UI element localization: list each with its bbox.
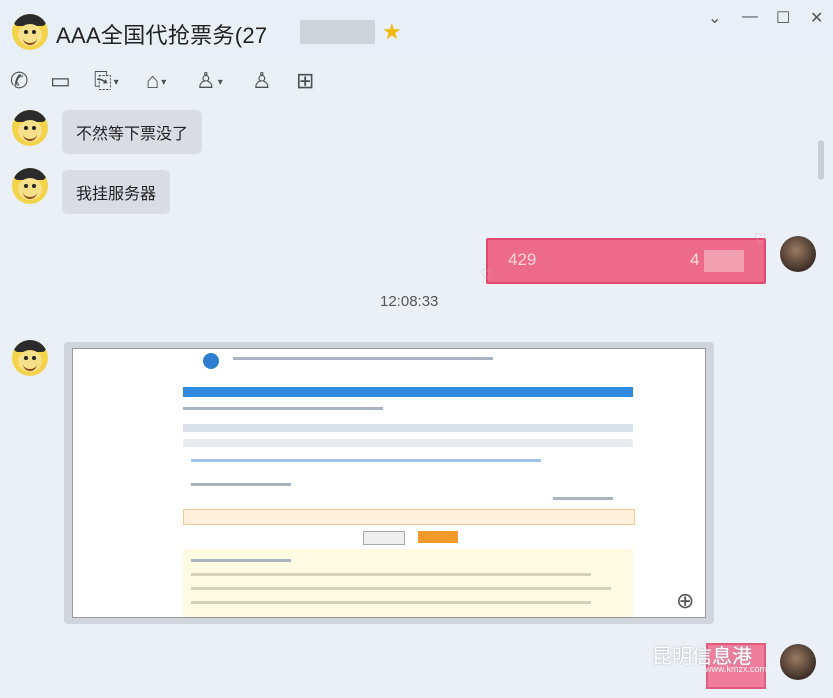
image-message[interactable] <box>64 342 714 624</box>
heart-icon: ♡ <box>480 266 493 282</box>
screenshot-image[interactable] <box>72 348 706 618</box>
scrollbar[interactable] <box>818 140 824 180</box>
message-text: 4 <box>690 250 700 269</box>
phone-icon[interactable]: ✆ <box>10 68 28 94</box>
redacted-block <box>704 250 744 272</box>
my-avatar[interactable] <box>780 644 816 680</box>
title-bar: AAA全国代抢票务(27 ★ ⌄ — ☐ ✕ <box>0 0 833 60</box>
maximize-button[interactable]: ☐ <box>776 8 790 28</box>
message-bubble[interactable]: 不然等下票没了 <box>62 110 203 154</box>
star-icon[interactable]: ★ <box>382 19 402 45</box>
my-message-bubble[interactable]: 429 4 <box>486 238 766 284</box>
group-invite-icon[interactable]: ♙ ▾ <box>196 68 223 94</box>
sender-avatar[interactable] <box>12 168 48 204</box>
video-icon[interactable]: ▭ <box>50 68 71 94</box>
close-button[interactable]: ✕ <box>810 8 823 28</box>
zoom-in-icon[interactable]: ⊕ <box>676 588 694 614</box>
my-avatar[interactable] <box>780 236 816 272</box>
group-avatar[interactable] <box>12 14 48 50</box>
add-member-icon[interactable]: ♙ <box>252 68 272 94</box>
chevron-down-icon[interactable]: ⌄ <box>708 8 721 28</box>
toolbar: ✆ ▭ ⎘ ▾ ⌂ ▾ ♙ ▾ ♙ ⊞ <box>0 62 833 102</box>
message-text: 429 <box>508 250 537 269</box>
message-bubble[interactable]: 我挂服务器 <box>62 170 171 214</box>
screenshot-icon[interactable]: ⊞ <box>296 68 314 94</box>
heart-icon: ♡ <box>754 230 767 246</box>
timestamp: 12:08:33 <box>380 293 439 310</box>
share-screen-icon[interactable]: ⎘ ▾ <box>94 68 119 94</box>
sender-avatar[interactable] <box>12 340 48 376</box>
window-title: AAA全国代抢票务(27 <box>56 23 268 48</box>
redacted-id <box>300 20 375 44</box>
remote-assist-icon[interactable]: ⌂ ▾ <box>146 68 166 94</box>
sender-avatar[interactable] <box>12 110 48 146</box>
chat-window: AAA全国代抢票务(27 ★ ⌄ — ☐ ✕ ✆ ▭ ⎘ ▾ ⌂ ▾ ♙ ▾ ♙ ⊞ … <box>0 0 833 698</box>
watermark-url: www.kmzx.com.cn <box>705 664 780 674</box>
minimize-button[interactable]: — <box>742 8 758 26</box>
